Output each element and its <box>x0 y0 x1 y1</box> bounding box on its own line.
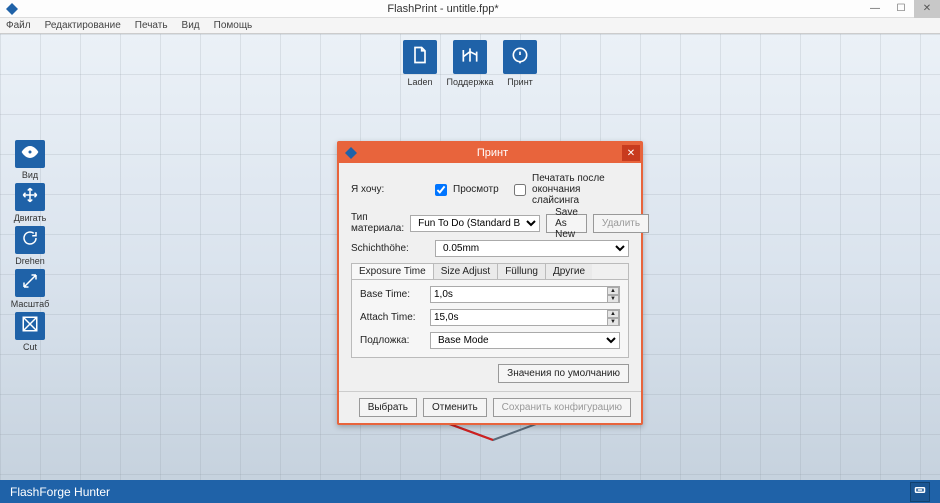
preview-label: Просмотр <box>453 184 499 195</box>
move-label: Двигать <box>14 213 47 223</box>
load-label: Laden <box>407 77 432 87</box>
tab-panel: Base Time: ▲▼ Attach Time: ▲▼ Подложка: <box>351 279 629 358</box>
view-tool[interactable]: Вид <box>10 140 50 180</box>
cancel-button[interactable]: Отменить <box>423 398 487 417</box>
attach-time-input[interactable] <box>430 309 620 326</box>
dialog-footer: Выбрать Отменить Сохранить конфигурацию <box>339 391 641 423</box>
attach-time-label: Attach Time: <box>360 312 424 323</box>
delete-button[interactable]: Удалить <box>593 214 649 233</box>
rotate-label: Drehen <box>15 256 45 266</box>
print-dialog: Принт ✕ Я хочу: Просмотр Печатать после … <box>337 141 643 425</box>
menu-edit[interactable]: Редактирование <box>45 20 121 31</box>
window-title: FlashPrint - untitle.fpp* <box>24 3 862 15</box>
rotate-tool[interactable]: Drehen <box>10 226 50 266</box>
close-button[interactable]: ✕ <box>914 0 940 18</box>
base-time-label: Base Time: <box>360 289 424 300</box>
connection-button[interactable] <box>910 482 930 502</box>
app-icon <box>4 1 20 17</box>
base-time-input[interactable] <box>430 286 620 303</box>
defaults-button[interactable]: Значения по умолчанию <box>498 364 629 383</box>
menu-help[interactable]: Помощь <box>214 20 253 31</box>
scale-icon <box>21 272 39 295</box>
dialog-titlebar[interactable]: Принт ✕ <box>339 143 641 163</box>
tab-fill[interactable]: Füllung <box>498 264 546 279</box>
print-icon <box>510 45 530 70</box>
save-as-new-button[interactable]: Save As New <box>546 214 587 233</box>
menu-view[interactable]: Вид <box>182 20 200 31</box>
minimize-button[interactable]: — <box>862 0 888 18</box>
print-after-checkbox[interactable] <box>514 184 526 196</box>
connection-icon <box>914 484 926 499</box>
file-icon <box>410 45 430 70</box>
podlozhka-label: Подложка: <box>360 335 424 346</box>
move-icon <box>21 186 39 209</box>
device-name: FlashForge Hunter <box>10 485 110 499</box>
tab-size-adjust[interactable]: Size Adjust <box>434 264 498 279</box>
statusbar: FlashForge Hunter <box>0 480 940 503</box>
support-label: Поддержка <box>447 77 494 87</box>
rotate-icon <box>21 229 39 252</box>
viewport-3d[interactable]: Laden Поддержка Принт Вид Двигать <box>0 34 940 480</box>
layer-height-select[interactable]: 0.05mm <box>435 240 629 257</box>
scale-label: Масштаб <box>11 299 50 309</box>
print-button[interactable]: Принт <box>498 40 542 87</box>
print-label: Принт <box>507 77 533 87</box>
layer-height-label: Schichthöhe: <box>351 243 429 254</box>
titlebar: FlashPrint - untitle.fpp* — ☐ ✕ <box>0 0 940 18</box>
print-after-label: Печатать после окончания слайсинга <box>532 173 629 206</box>
support-icon <box>460 45 480 70</box>
i-want-label: Я хочу: <box>351 184 429 195</box>
maximize-button[interactable]: ☐ <box>888 0 914 18</box>
select-button[interactable]: Выбрать <box>359 398 417 417</box>
preview-checkbox[interactable] <box>435 184 447 196</box>
save-config-button[interactable]: Сохранить конфигурацию <box>493 398 631 417</box>
base-mode-select[interactable]: Base Mode <box>430 332 620 349</box>
tab-exposure-time[interactable]: Exposure Time <box>352 264 434 279</box>
menubar: Файл Редактирование Печать Вид Помощь <box>0 18 940 34</box>
cut-label: Cut <box>23 342 37 352</box>
left-toolbar: Вид Двигать Drehen Масштаб Cut <box>10 140 50 352</box>
dialog-close-button[interactable]: ✕ <box>622 145 640 161</box>
dialog-icon <box>343 145 359 161</box>
material-type-label: Тип материала: <box>351 212 404 234</box>
load-button[interactable]: Laden <box>398 40 442 87</box>
top-toolbar: Laden Поддержка Принт <box>398 40 542 87</box>
menu-print[interactable]: Печать <box>135 20 168 31</box>
cut-tool[interactable]: Cut <box>10 312 50 352</box>
support-button[interactable]: Поддержка <box>448 40 492 87</box>
menu-file[interactable]: Файл <box>6 20 31 31</box>
eye-icon <box>21 143 39 166</box>
cut-icon <box>21 315 39 338</box>
attach-time-spinner[interactable]: ▲▼ <box>607 310 619 325</box>
view-label: Вид <box>22 170 38 180</box>
material-select[interactable]: Fun To Do (Standard Blend) <box>410 215 540 232</box>
scale-tool[interactable]: Масштаб <box>10 269 50 309</box>
dialog-title: Принт <box>363 147 622 159</box>
tab-bar: Exposure Time Size Adjust Füllung Другие <box>351 263 629 279</box>
move-tool[interactable]: Двигать <box>10 183 50 223</box>
base-time-spinner[interactable]: ▲▼ <box>607 287 619 302</box>
tab-other[interactable]: Другие <box>546 264 592 279</box>
